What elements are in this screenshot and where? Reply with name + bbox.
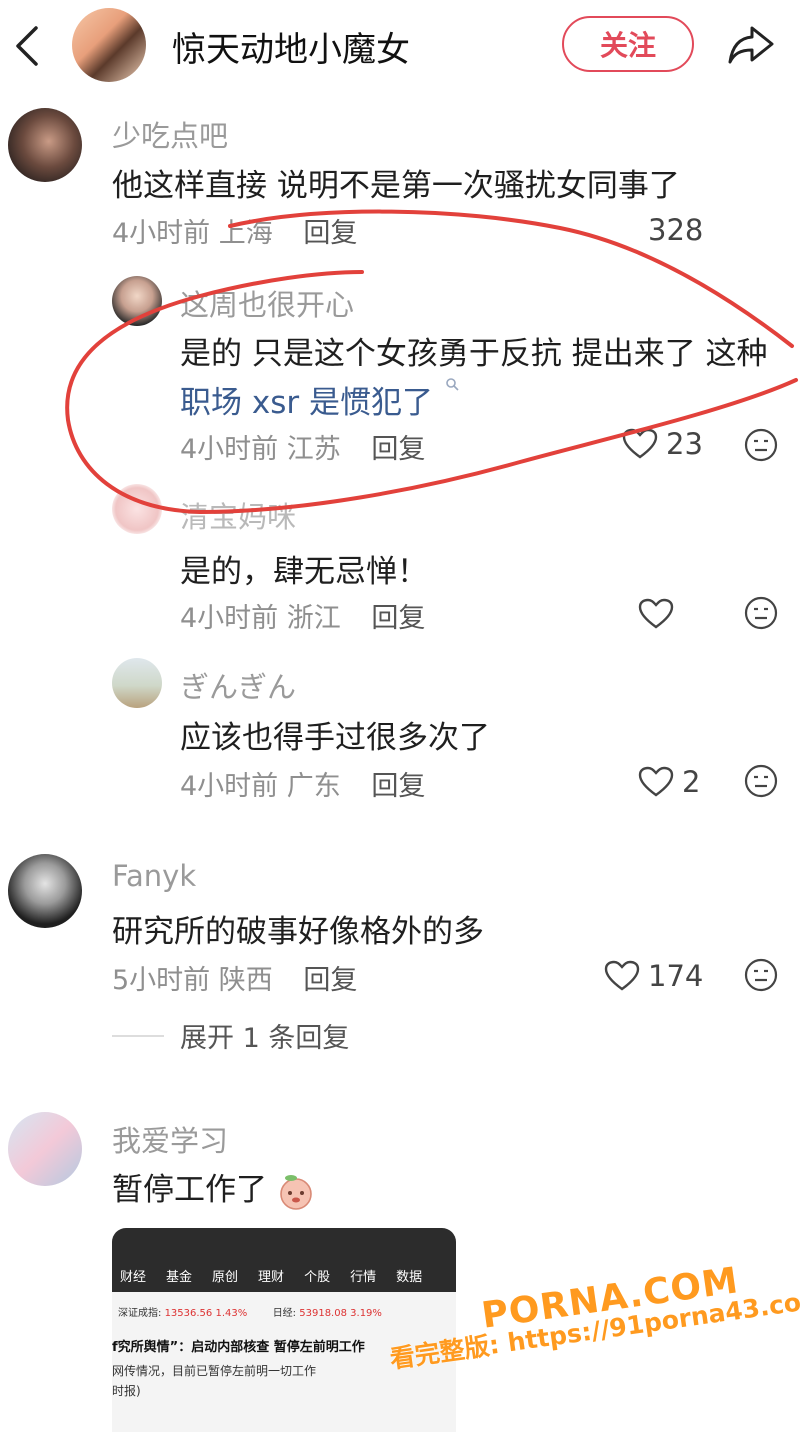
comment-avatar[interactable] [112, 658, 162, 708]
comment-time: 4小时前 [180, 771, 279, 802]
comment-time: 4小时前 [112, 218, 211, 249]
comment-meta: 4小时前 江苏 回复 [180, 427, 425, 466]
heart-icon[interactable] [638, 766, 674, 798]
author-name[interactable]: 惊天动地小魔女 [172, 22, 410, 71]
image-nav-item: 理财 [258, 1270, 285, 1285]
like-count: 2 [682, 765, 701, 799]
search-link[interactable]: 职场 xsr 是惯犯了 [180, 385, 433, 421]
peach-emoji-icon [280, 1174, 312, 1210]
reply-button[interactable]: 回复 [303, 218, 357, 249]
heart-icon[interactable] [622, 428, 658, 460]
comment-location: 江苏 [286, 434, 341, 465]
heart-icon[interactable] [638, 598, 674, 630]
ticker-change: 3.19% [350, 1308, 382, 1319]
comment-text: 他这样直接 说明不是第一次骚扰女同事了 [112, 168, 680, 204]
heart-icon[interactable] [604, 960, 640, 992]
dislike-face-icon[interactable] [744, 764, 778, 798]
dislike-face-icon[interactable] [744, 596, 778, 630]
attached-image[interactable]: 财经 基金 原创 理财 个股 行情 数据 深证成指: 13536.56 1.43… [112, 1228, 456, 1432]
image-body-text: 网传情况，目前已暂停左前明一切工作 [112, 1364, 317, 1378]
comment-time: 4小时前 [180, 434, 279, 465]
reply-button[interactable]: 回复 [371, 434, 425, 465]
divider [112, 1034, 164, 1037]
comment-text: 是的，肆无忌惮！ [180, 554, 428, 590]
comment-avatar[interactable] [8, 854, 82, 928]
like-button[interactable]: 2 [638, 765, 700, 799]
share-icon[interactable] [726, 22, 776, 66]
comment-time: 5小时前 [112, 965, 211, 996]
image-nav-item: 数据 [396, 1270, 423, 1285]
image-nav-item: 财经 [120, 1270, 147, 1285]
comment-username[interactable]: ぎんぎん [180, 664, 296, 706]
comment-username[interactable]: Fanyk [112, 859, 196, 893]
dislike-face-icon[interactable] [744, 428, 778, 462]
image-nav-item: 行情 [350, 1270, 377, 1285]
comment-username[interactable]: 这周也很开心 [180, 282, 354, 324]
comment-username[interactable]: 少吃点吧 [112, 113, 228, 155]
comment-avatar[interactable] [8, 1112, 82, 1186]
like-count: 174 [648, 959, 704, 993]
comment-meta: 4小时前 上海 回复 [112, 211, 357, 250]
like-button[interactable]: 23 [622, 427, 703, 461]
back-icon[interactable] [12, 24, 42, 68]
search-icon[interactable] [445, 377, 461, 393]
comment-text: 研究所的破事好像格外的多 [112, 914, 484, 950]
comment-text: 是的 只是这个女孩勇于反抗 提出来了 这种 [180, 336, 768, 372]
expand-replies-label: 展开 1 条回复 [180, 1023, 350, 1054]
image-body-text: 时报) [112, 1384, 141, 1398]
image-nav-item: 基金 [166, 1270, 193, 1285]
comment-text: 暂停工作了 [112, 1164, 315, 1211]
comment-avatar[interactable] [8, 108, 82, 182]
ticker-value: 13536.56 [164, 1308, 213, 1319]
like-button[interactable]: 174 [604, 959, 703, 993]
image-ticker: 深证成指: 13536.56 1.43% 日经: 53918.08 3.19% [118, 1304, 382, 1319]
comment-location: 浙江 [286, 603, 341, 634]
image-headline: f究所舆情”：启动内部核查 暂停左前明工作 [112, 1340, 365, 1355]
ticker-label: 深证成指: [118, 1308, 162, 1319]
author-avatar[interactable] [72, 8, 146, 82]
comment-text-line2: 职场 xsr 是惯犯了 [180, 377, 461, 422]
ticker-label: 日经: [272, 1308, 297, 1319]
dislike-face-icon[interactable] [744, 958, 778, 992]
reply-button[interactable]: 回复 [303, 965, 357, 996]
reply-button[interactable]: 回复 [371, 603, 425, 634]
comment-text: 应该也得手过很多次了 [180, 720, 490, 756]
comment-text-content: 暂停工作了 [112, 1172, 267, 1208]
reply-button[interactable]: 回复 [371, 771, 425, 802]
comment-username[interactable]: 我爱学习 [112, 1118, 228, 1160]
ticker-change: 1.43% [215, 1308, 248, 1319]
follow-button[interactable]: 关注 [562, 16, 694, 72]
comment-avatar[interactable] [112, 276, 162, 326]
comment-meta: 4小时前 浙江 回复 [180, 596, 425, 635]
image-nav-item: 个股 [304, 1270, 331, 1285]
like-count[interactable]: 328 [648, 213, 703, 247]
comment-meta: 5小时前 陕西 回复 [112, 958, 357, 997]
comment-time: 4小时前 [180, 603, 279, 634]
image-nav-bar: 财经 基金 原创 理财 个股 行情 数据 [112, 1266, 456, 1285]
comment-location: 陕西 [218, 965, 273, 996]
comment-location: 广东 [286, 771, 341, 802]
expand-replies-button[interactable]: 展开 1 条回复 [112, 1016, 349, 1055]
comment-username[interactable]: 清宝妈咪 [180, 494, 296, 536]
comment-meta: 4小时前 广东 回复 [180, 764, 425, 803]
comment-avatar[interactable] [112, 484, 162, 534]
ticker-value: 53918.08 [299, 1308, 347, 1319]
image-nav-item: 原创 [212, 1270, 239, 1285]
like-count: 23 [666, 427, 703, 461]
comment-location: 上海 [218, 218, 273, 249]
